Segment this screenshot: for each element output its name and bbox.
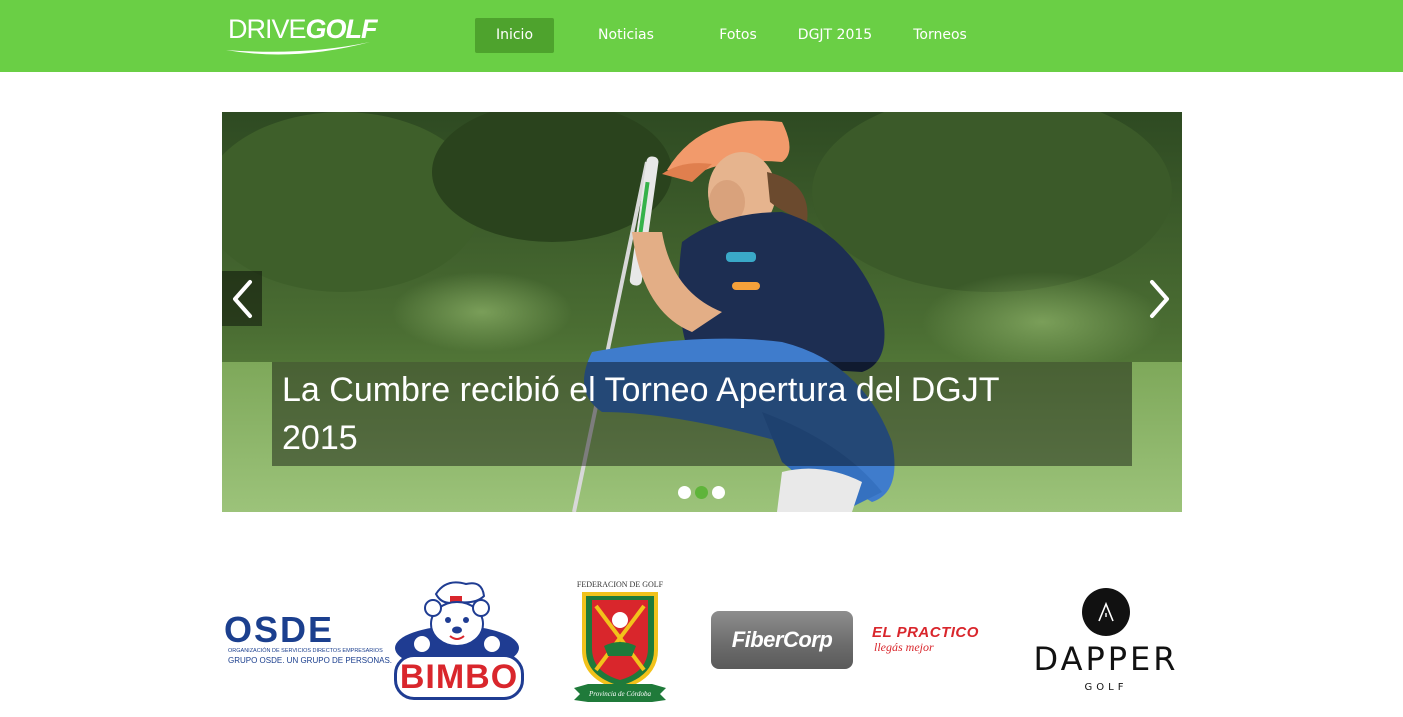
slide-caption-box[interactable]: La Cumbre recibió el Torneo Apertura del… bbox=[272, 362, 1132, 466]
dapper-a-icon bbox=[1098, 601, 1114, 622]
osde-subtitle: ORGANIZACIÓN DE SERVICIOS DIRECTOS EMPRE… bbox=[228, 648, 383, 654]
nav-inicio[interactable]: Inicio bbox=[475, 18, 554, 53]
news-carousel[interactable]: La Cumbre recibió el Torneo Apertura del… bbox=[222, 112, 1182, 512]
dapper-emblem bbox=[1082, 588, 1130, 636]
chevron-right-icon bbox=[1150, 279, 1169, 318]
sponsor-el-practico[interactable]: EL PRACTICO llegás mejor bbox=[872, 624, 1022, 660]
sponsor-federacion-golf[interactable]: FEDERACION DE GOLF Provincia de Córdoba bbox=[574, 580, 666, 704]
el-practico-logo-text: EL PRACTICO bbox=[872, 624, 979, 641]
bimbo-logo-text: BIMBO bbox=[394, 654, 524, 700]
federacion-shield-crest bbox=[582, 592, 658, 691]
carousel-indicators bbox=[678, 486, 725, 500]
chevron-left-icon bbox=[233, 279, 252, 318]
carousel-dot-3[interactable] bbox=[712, 486, 725, 499]
nav-torneos[interactable]: Torneos bbox=[905, 18, 975, 53]
drivegolf-logo[interactable]: DRIVEGOLF bbox=[224, 10, 378, 62]
top-navbar: DRIVEGOLF Inicio Noticias Fotos DGJT 201… bbox=[0, 0, 1403, 72]
carousel-next-button[interactable] bbox=[1140, 271, 1180, 326]
nav-noticias[interactable]: Noticias bbox=[588, 18, 664, 53]
fibercorp-logo-text: FiberCorp bbox=[711, 611, 853, 669]
federacion-ribbon-text: Provincia de Córdoba bbox=[588, 690, 652, 698]
nav-dgjt-2015[interactable]: DGJT 2015 bbox=[795, 18, 875, 53]
sponsor-fibercorp[interactable]: FiberCorp bbox=[711, 611, 853, 669]
nav-fotos[interactable]: Fotos bbox=[708, 18, 768, 53]
slide-caption-text[interactable]: La Cumbre recibió el Torneo Apertura del… bbox=[282, 366, 1082, 462]
sponsor-osde[interactable]: OSDE ORGANIZACIÓN DE SERVICIOS DIRECTOS … bbox=[224, 609, 392, 668]
logo-swoosh bbox=[226, 42, 370, 55]
carousel-prev-button[interactable] bbox=[222, 271, 262, 326]
osde-logo-text: OSDE bbox=[224, 609, 335, 650]
el-practico-tagline: llegás mejor bbox=[874, 640, 934, 654]
dapper-logo-text: DAPPER bbox=[1033, 640, 1179, 678]
carousel-dot-2[interactable] bbox=[695, 486, 708, 499]
federacion-title: FEDERACION DE GOLF bbox=[576, 580, 664, 589]
carousel-dot-1[interactable] bbox=[678, 486, 691, 499]
sponsor-dapper-golf[interactable]: DAPPER GOLF bbox=[1032, 588, 1180, 696]
sponsor-bimbo[interactable]: BIMBO bbox=[386, 578, 528, 700]
dapper-subtext: GOLF bbox=[1084, 682, 1128, 693]
osde-tagline: GRUPO OSDE. UN GRUPO DE PERSONAS. bbox=[228, 656, 393, 665]
